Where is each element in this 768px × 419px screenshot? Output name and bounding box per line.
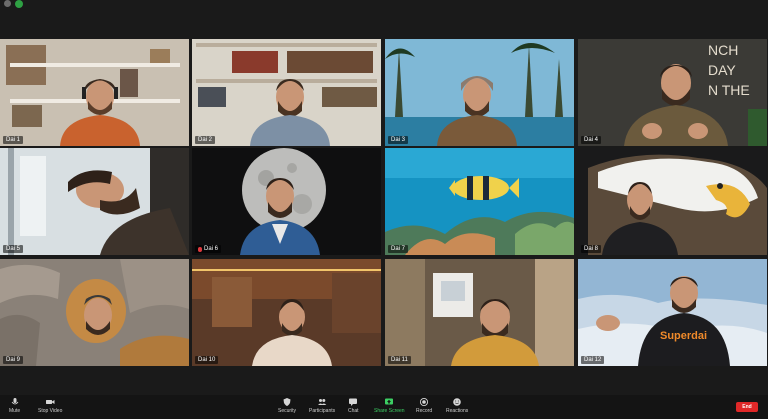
video-tile[interactable]: Dai 5 <box>0 148 189 255</box>
record-label: Record <box>416 408 433 414</box>
chat-button[interactable]: Chat <box>348 397 359 414</box>
participant-name-label: Dai 11 <box>388 356 411 364</box>
video-feed <box>0 148 189 255</box>
record-icon <box>419 397 429 407</box>
security-button[interactable]: Security <box>278 397 296 414</box>
video-feed <box>192 39 381 146</box>
video-tile[interactable]: Dai 3 <box>385 39 574 146</box>
participant-name-label: Dai 4 <box>581 136 602 144</box>
chat-bubble-icon <box>348 397 358 407</box>
participant-name-label: Dai 1 <box>3 136 24 144</box>
video-gallery-grid: Dai 1 Dai 2 Dai 3 NCH DAY N THE Dai 4 Da… <box>0 38 768 368</box>
video-feed <box>0 259 189 366</box>
chat-label: Chat <box>348 408 359 414</box>
microphone-icon <box>10 397 20 407</box>
shirt-text: Superdai <box>660 330 707 342</box>
video-feed <box>192 259 381 366</box>
record-button[interactable]: Record <box>416 397 432 414</box>
video-tile[interactable]: Dai 1 <box>0 39 189 146</box>
share-screen-label: Share Screen <box>374 408 405 414</box>
video-camera-icon <box>45 397 55 407</box>
connection-status-icon <box>15 0 23 8</box>
svg-text:N THE: N THE <box>708 82 750 98</box>
shield-icon <box>282 397 292 407</box>
participant-name-label: Dai 10 <box>195 356 219 364</box>
participant-name-label: Dai 8 <box>581 245 602 253</box>
reactions-button[interactable]: Reactions <box>446 397 468 414</box>
video-feed <box>0 39 189 146</box>
stop-video-button[interactable]: Stop Video <box>38 397 62 414</box>
mute-button[interactable]: Mute <box>9 397 20 414</box>
video-tile[interactable]: Dai 10 <box>192 259 381 366</box>
reactions-label: Reactions <box>446 408 469 414</box>
video-feed <box>578 148 767 255</box>
video-feed <box>385 148 574 255</box>
video-feed <box>192 148 381 255</box>
participant-name-label: Dai 7 <box>388 245 409 253</box>
video-feed <box>385 259 574 366</box>
video-tile[interactable]: Dai 6 <box>192 148 381 255</box>
video-feed: Superdai <box>578 259 767 366</box>
meeting-top-bar <box>0 0 768 38</box>
participant-name-label: Dai 5 <box>3 245 24 253</box>
video-tile[interactable]: Superdai Dai 12 <box>578 259 767 366</box>
security-label: Security <box>278 408 297 414</box>
participants-button[interactable]: Participants <box>309 397 335 414</box>
video-tile[interactable]: NCH DAY N THE Dai 4 <box>578 39 767 146</box>
participant-name-label: Dai 6 <box>195 245 222 253</box>
participant-name-label: Dai 3 <box>388 136 409 144</box>
share-screen-button[interactable]: Share Screen <box>374 397 405 414</box>
video-tile[interactable]: Dai 11 <box>385 259 574 366</box>
participant-name-label: Dai 9 <box>3 356 24 364</box>
video-tile[interactable]: Dai 7 <box>385 148 574 255</box>
video-tile-active-speaker[interactable]: Dai 9 <box>0 259 189 366</box>
muted-mic-icon <box>198 246 202 252</box>
svg-text:DAY: DAY <box>708 62 736 78</box>
security-shield-icon[interactable] <box>4 0 11 7</box>
video-feed <box>385 39 574 146</box>
wall-text: NCH <box>708 42 738 58</box>
video-feed: NCH DAY N THE <box>578 39 767 146</box>
video-tile[interactable]: Dai 8 <box>578 148 767 255</box>
participant-name-label: Dai 2 <box>195 136 216 144</box>
share-screen-icon <box>384 397 394 407</box>
meeting-toolbar: Mute Stop Video Security Participants Ch… <box>0 395 768 419</box>
end-meeting-button[interactable]: End <box>736 402 758 412</box>
smiley-icon <box>452 397 462 407</box>
stop-video-label: Stop Video <box>38 408 63 414</box>
video-tile[interactable]: Dai 2 <box>192 39 381 146</box>
participant-name-label: Dai 12 <box>581 356 605 364</box>
participants-label: Participants <box>309 408 336 414</box>
participants-icon <box>317 397 327 407</box>
mute-label: Mute <box>9 408 21 414</box>
